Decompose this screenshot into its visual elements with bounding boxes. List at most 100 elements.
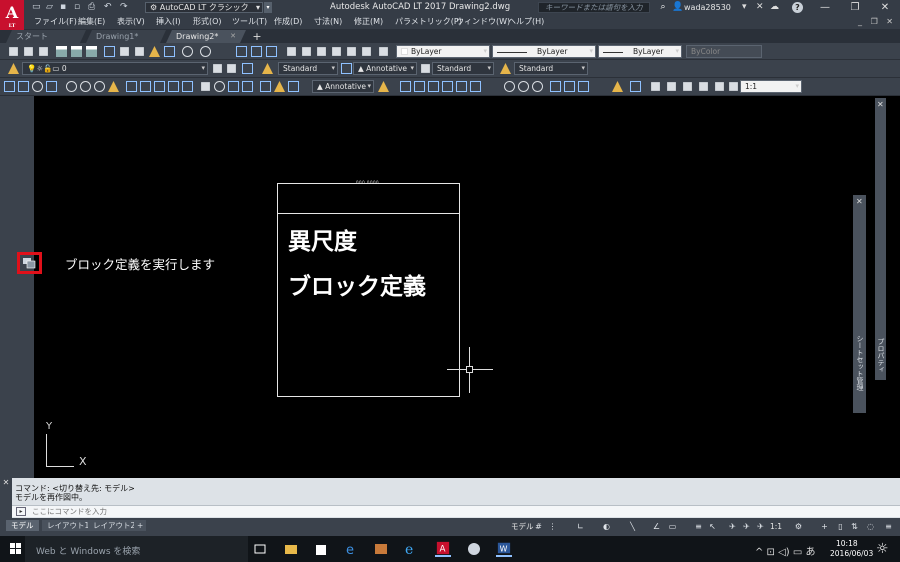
new-icon[interactable] (9, 47, 18, 56)
polygon-icon[interactable] (442, 81, 453, 92)
help-button[interactable]: ? (792, 2, 803, 13)
menu-format[interactable]: 形式(O) (193, 16, 222, 28)
tool-palettes-icon[interactable] (317, 47, 326, 56)
polar-tracking-icon[interactable]: ◐ (602, 522, 611, 531)
arc-icon[interactable] (470, 81, 481, 92)
save-icon[interactable] (39, 47, 48, 56)
dim-break-icon[interactable] (182, 81, 193, 92)
selection-cycling-icon[interactable]: ↖ (708, 522, 717, 531)
dim-edit-icon[interactable] (260, 81, 271, 92)
text-style-select[interactable]: Standard ▾ (278, 62, 338, 75)
grid-icon[interactable]: # (534, 522, 543, 531)
menu-tools[interactable]: ツール(T) (232, 16, 267, 28)
open-file-icon[interactable]: ▱ (46, 2, 53, 13)
revcloud-icon[interactable] (518, 81, 529, 92)
maximize-button[interactable]: ❐ (840, 0, 870, 15)
linear-dim-icon[interactable] (4, 81, 15, 92)
menu-modify[interactable]: 修正(M) (354, 16, 383, 28)
save-as-icon[interactable]: ▫ (74, 2, 80, 13)
quick-access-dropdown[interactable]: ▾ (264, 2, 272, 13)
undo-icon[interactable] (182, 46, 193, 57)
linetype-control-select[interactable]: ByLayer ▾ (492, 45, 596, 58)
print-icon[interactable]: ⎙ (88, 2, 95, 13)
make-block-icon[interactable] (612, 81, 623, 92)
arc-length-icon[interactable] (32, 81, 43, 92)
help-icon[interactable] (379, 47, 388, 56)
dim-text-edit-icon[interactable] (274, 81, 285, 92)
radius-icon[interactable] (66, 81, 77, 92)
copy-icon[interactable] (120, 47, 129, 56)
user-icon[interactable]: 👤 (672, 2, 683, 13)
xline-icon[interactable] (414, 81, 425, 92)
dim-update-icon[interactable] (288, 81, 299, 92)
ordinate-icon[interactable] (46, 81, 57, 92)
annotation-visibility-icon[interactable]: ✈ (728, 522, 737, 531)
file-explorer-icon[interactable] (283, 541, 299, 557)
markup-icon[interactable] (347, 47, 356, 56)
tab-layout1[interactable]: レイアウト1 (42, 520, 95, 531)
lineweight-control-select[interactable]: ByLayer ▾ (598, 45, 682, 58)
minimize-button[interactable]: — (810, 0, 840, 15)
annotation-scale-style-select[interactable]: ▲ Annotative ▾ (312, 80, 374, 93)
dim-style-icon[interactable] (341, 63, 352, 74)
mleader-style-icon[interactable] (500, 63, 511, 74)
a360-icon[interactable]: ☁ (770, 2, 779, 13)
media-icon[interactable] (373, 541, 389, 557)
spline-icon[interactable] (532, 81, 543, 92)
tab-start[interactable]: スタート (6, 30, 86, 43)
match-properties-icon[interactable] (149, 46, 160, 57)
command-input[interactable] (32, 506, 432, 517)
clean-screen-icon[interactable]: ◌ (866, 522, 875, 531)
properties-icon[interactable] (287, 47, 296, 56)
circle-icon[interactable] (504, 81, 515, 92)
new-tab-button[interactable]: + (250, 31, 264, 42)
line-icon[interactable] (400, 81, 411, 92)
annotation-scale-value[interactable]: 1:1 (770, 522, 782, 531)
mleader-style-select[interactable]: Standard ▾ (514, 62, 588, 75)
menu-edit[interactable]: 編集(E) (78, 16, 105, 28)
menu-help[interactable]: ヘルプ(H) (508, 16, 544, 28)
zoom-window-icon[interactable] (266, 46, 277, 57)
block-frame[interactable]: 000.0000 異尺度 ブロック定義 (277, 180, 460, 397)
document-window-controls[interactable]: _ ❐ ✕ (858, 16, 896, 28)
cut-icon[interactable] (104, 46, 115, 57)
add-selected-icon[interactable] (729, 82, 738, 91)
jogged-icon[interactable] (80, 81, 91, 92)
tab-drawing2[interactable]: Drawing2* ✕ (166, 30, 246, 43)
clock-time[interactable]: 10:18 (836, 539, 858, 548)
model-space-button[interactable]: モデル (511, 521, 534, 532)
block-editor-icon[interactable] (164, 46, 175, 57)
paste-icon[interactable] (135, 47, 144, 56)
system-tray[interactable]: ^ ⊡ ◁) ▭ あ (755, 543, 816, 558)
isodraft-icon[interactable]: ╲ (628, 522, 637, 531)
design-center-icon[interactable] (302, 47, 311, 56)
ellipse-icon[interactable] (550, 81, 561, 92)
layer-state-icon[interactable] (242, 63, 253, 74)
command-window-handle[interactable]: ✕ (0, 478, 12, 518)
block-text-line2[interactable]: ブロック定義 (288, 267, 426, 301)
properties-palette-collapsed[interactable]: ✕ プロパティ (875, 98, 886, 380)
application-menu-button[interactable]: A LT (0, 0, 24, 30)
quick-properties-icon[interactable]: ⇅ (850, 522, 859, 531)
add-layout-button[interactable]: + (134, 520, 147, 531)
autocad-taskbar-icon[interactable]: A (435, 541, 451, 557)
hatch-icon[interactable] (651, 82, 660, 91)
ime-indicator[interactable]: あ (806, 547, 816, 558)
layer-previous-icon[interactable] (227, 64, 236, 73)
exchange-icon[interactable]: ▾ (742, 2, 747, 13)
clock-date[interactable]: 2016/06/03 (830, 549, 873, 558)
open-icon[interactable] (24, 47, 33, 56)
internet-explorer-icon[interactable]: e (403, 541, 419, 557)
insert-block-icon[interactable] (578, 81, 589, 92)
close-icon[interactable]: ✕ (230, 30, 236, 43)
aligned-dim-icon[interactable] (18, 81, 29, 92)
undo-icon[interactable]: ↶ (104, 2, 112, 13)
save-icon[interactable]: ▪ (60, 2, 66, 13)
color-control-select[interactable]: ByLayer ▾ (396, 45, 490, 58)
menu-window[interactable]: ウィンドウ(W) (456, 16, 510, 28)
annotation-monitor-icon[interactable]: + (820, 522, 829, 531)
inspection-icon[interactable] (228, 81, 239, 92)
menu-insert[interactable]: 挿入(I) (156, 16, 181, 28)
table-icon[interactable] (699, 82, 708, 91)
menu-draw[interactable]: 作成(D) (274, 16, 302, 28)
